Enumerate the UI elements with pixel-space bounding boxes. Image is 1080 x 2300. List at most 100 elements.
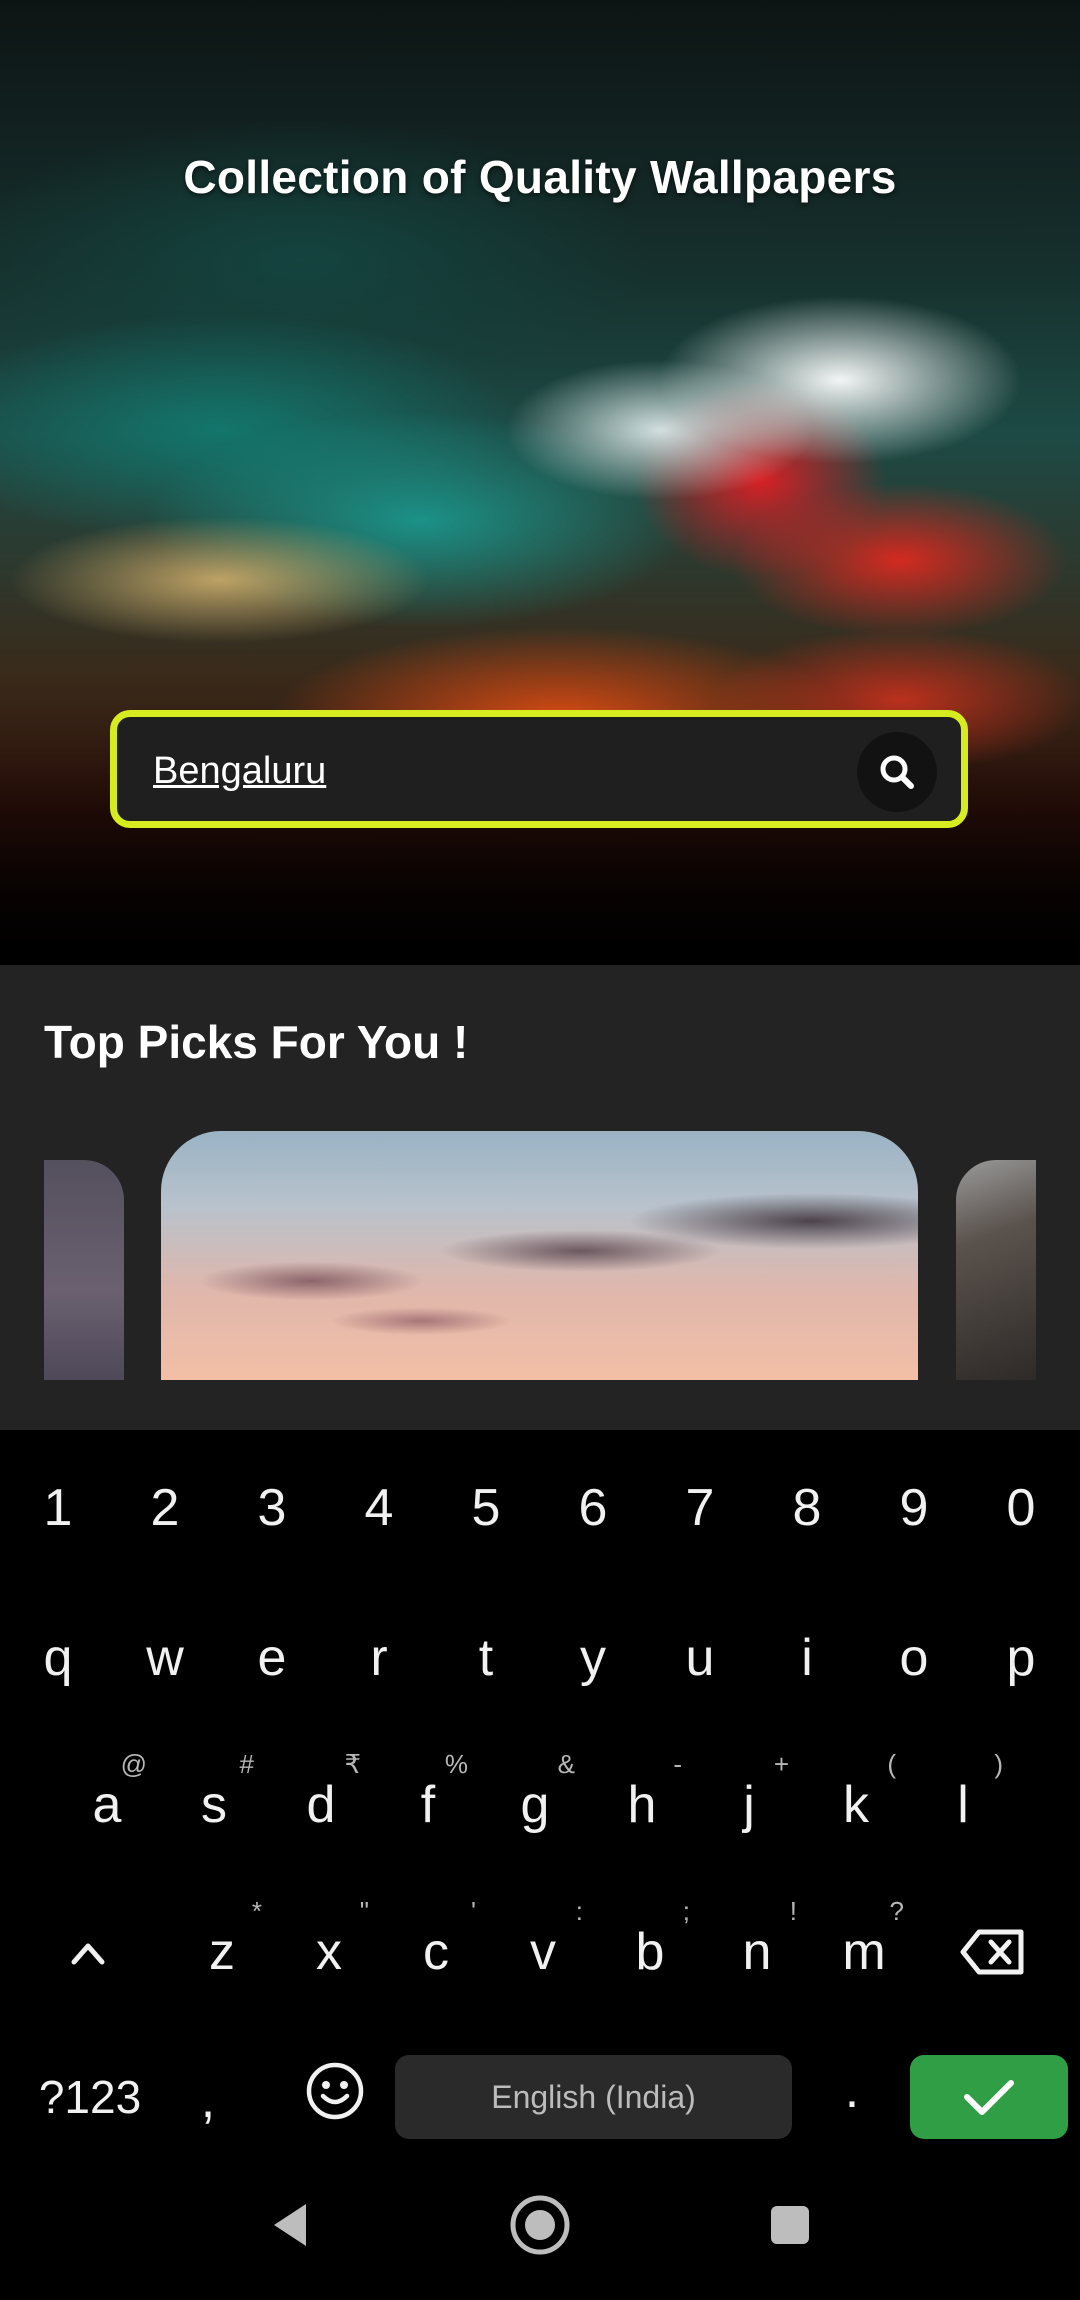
on-screen-keyboard: 1234567890 qwertyuiop a @ s # d ₹ f% g & h - j + k(l)… [0, 1430, 1080, 2140]
key-c[interactable]: c ' [386, 1896, 486, 1982]
key-v[interactable]: v: [493, 1896, 593, 1982]
comma-key[interactable]: , [178, 2070, 238, 2130]
back-icon [274, 2204, 306, 2246]
key-b[interactable]: b; [600, 1896, 700, 1982]
key-6[interactable]: 6 [543, 1478, 643, 1538]
home-icon [510, 2195, 570, 2255]
key-label: w [146, 1629, 184, 1687]
key-label: f [420, 1776, 436, 1834]
key-label: i [801, 1629, 813, 1687]
key-label: 1 [43, 1479, 73, 1537]
key-label: 2 [150, 1479, 180, 1537]
key-p[interactable]: p [971, 1628, 1071, 1688]
key-k[interactable]: k( [806, 1749, 906, 1835]
recents-button[interactable] [755, 2190, 825, 2260]
key-3[interactable]: 3 [222, 1478, 322, 1538]
key-label: y [580, 1629, 606, 1687]
key-l[interactable]: l) [913, 1749, 1013, 1835]
key-q[interactable]: q [8, 1628, 108, 1688]
key-j[interactable]: j + [699, 1749, 799, 1835]
key-label: b [635, 1923, 665, 1981]
key-e[interactable]: e [222, 1628, 322, 1688]
key-r[interactable]: r [329, 1628, 429, 1688]
key-i[interactable]: i [757, 1628, 857, 1688]
key-8[interactable]: 8 [757, 1478, 857, 1538]
key-hint: ) [994, 1749, 1003, 1779]
key-label: k [843, 1776, 869, 1834]
key-hint: ' [471, 1896, 476, 1926]
backspace-key[interactable] [944, 1922, 1044, 1995]
key-label: g [520, 1776, 550, 1834]
key-z[interactable]: z * [172, 1896, 272, 1982]
key-label: d [306, 1776, 336, 1834]
key-hint: ! [789, 1896, 797, 1926]
key-label: n [742, 1923, 772, 1981]
key-hint: * [251, 1896, 262, 1926]
hero-title: Collection of Quality Wallpapers [183, 151, 897, 203]
key-4[interactable]: 4 [329, 1478, 429, 1538]
search-input[interactable] [153, 743, 853, 799]
key-label: 9 [899, 1479, 929, 1537]
symbols-key[interactable]: ?123 [30, 2070, 150, 2124]
key-1[interactable]: 1 [8, 1478, 108, 1538]
back-button[interactable] [255, 2190, 325, 2260]
key-d[interactable]: d ₹ [271, 1749, 371, 1835]
search-icon [880, 755, 914, 789]
key-w[interactable]: w [115, 1628, 215, 1688]
wallpaper-card-next[interactable] [956, 1160, 1036, 1380]
key-5[interactable]: 5 [436, 1478, 536, 1538]
search-box[interactable] [110, 710, 968, 828]
key-2[interactable]: 2 [115, 1478, 215, 1538]
search-button[interactable] [857, 732, 937, 812]
key-f[interactable]: f% [378, 1749, 478, 1835]
key-label: m [842, 1923, 886, 1981]
key-hint: " [359, 1896, 369, 1926]
top-picks-section: Top Picks For You ! [0, 965, 1080, 1430]
key-hint: % [444, 1749, 468, 1779]
hero-banner: Collection of Quality Wallpapers [0, 0, 1080, 965]
key-label: z [209, 1923, 235, 1981]
shift-icon [71, 1943, 105, 1965]
key-a[interactable]: a @ [57, 1749, 157, 1835]
key-label: 3 [257, 1479, 287, 1537]
wallpaper-card-prev[interactable] [44, 1160, 124, 1380]
emoji-icon [306, 2062, 364, 2120]
key-label: e [257, 1629, 287, 1687]
key-label: h [627, 1776, 657, 1834]
key-label: 0 [1006, 1479, 1036, 1537]
key-t[interactable]: t [436, 1628, 536, 1688]
key-label: u [685, 1629, 715, 1687]
enter-key[interactable] [910, 2055, 1068, 2139]
key-7[interactable]: 7 [650, 1478, 750, 1538]
key-x[interactable]: x " [279, 1896, 379, 1982]
key-label: x [316, 1923, 342, 1981]
key-hint: ? [889, 1896, 904, 1926]
shift-key[interactable] [38, 1922, 138, 1995]
key-9[interactable]: 9 [864, 1478, 964, 1538]
check-icon [964, 2080, 1014, 2115]
recents-icon [771, 2206, 809, 2244]
key-y[interactable]: y [543, 1628, 643, 1688]
section-title: Top Picks For You ! [44, 1016, 469, 1068]
key-g[interactable]: g & [485, 1749, 585, 1835]
key-hint: ( [887, 1749, 896, 1779]
key-hint: - [673, 1749, 682, 1779]
home-button[interactable] [505, 2190, 575, 2260]
period-key[interactable]: . [812, 2060, 892, 2120]
key-label: 7 [685, 1479, 715, 1537]
backspace-icon [960, 1929, 1024, 1975]
key-hint: : [575, 1896, 583, 1926]
key-h[interactable]: h- [592, 1749, 692, 1835]
key-hint: + [773, 1749, 789, 1779]
key-m[interactable]: m? [814, 1896, 914, 1982]
key-u[interactable]: u [650, 1628, 750, 1688]
key-label: j [743, 1776, 755, 1834]
key-0[interactable]: 0 [971, 1478, 1071, 1538]
space-key[interactable]: English (India) [395, 2055, 792, 2139]
key-s[interactable]: s # [164, 1749, 264, 1835]
wallpaper-card[interactable] [161, 1131, 918, 1380]
key-label: v [530, 1923, 556, 1981]
key-o[interactable]: o [864, 1628, 964, 1688]
emoji-key[interactable] [290, 2060, 380, 2135]
key-n[interactable]: n! [707, 1896, 807, 1982]
